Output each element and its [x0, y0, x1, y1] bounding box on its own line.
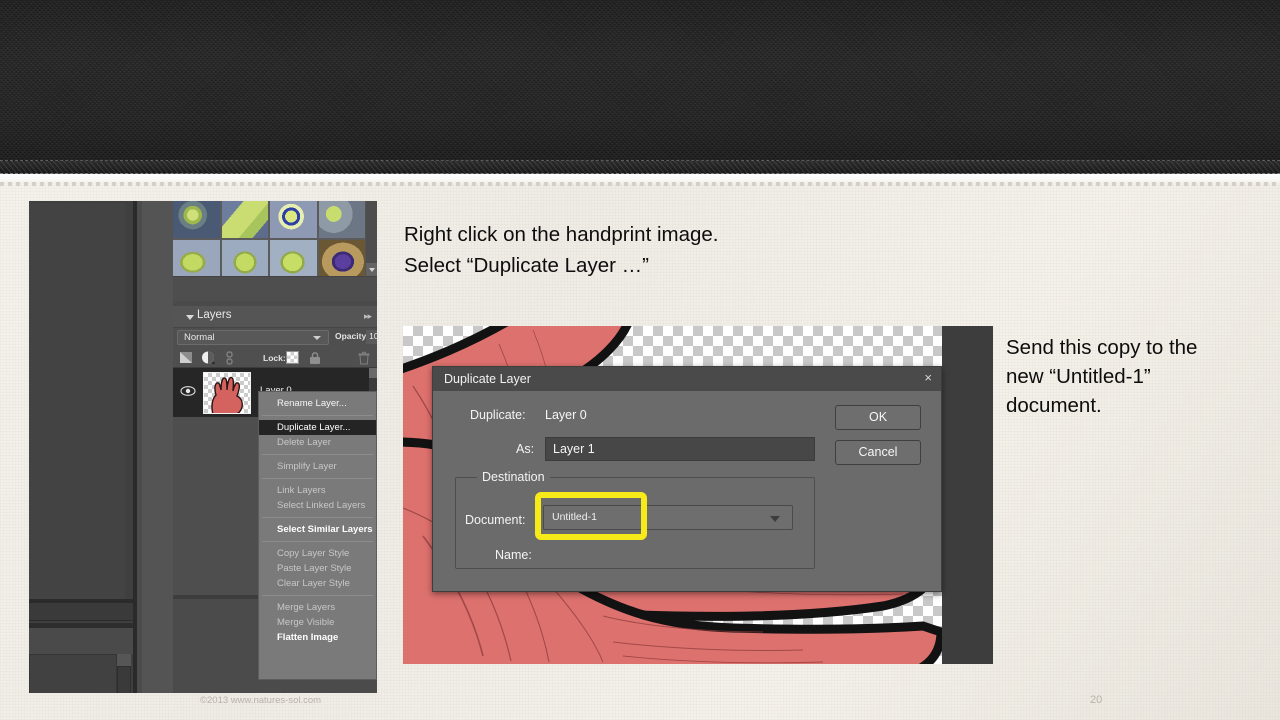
handprint-thumbnail-icon	[211, 376, 243, 413]
duplicate-label: Duplicate:	[470, 408, 526, 422]
layer-context-menu[interactable]: Rename Layer... Duplicate Layer... Delet…	[258, 391, 377, 680]
editor-left-empty-panel	[29, 203, 125, 599]
filter-thumb-7[interactable]	[318, 239, 365, 276]
filter-thumbnail-grid[interactable]	[173, 201, 365, 276]
chevron-down-icon	[313, 336, 321, 340]
filter-thumb-0[interactable]	[173, 201, 220, 238]
editor-left-lower-box	[29, 654, 117, 693]
menu-item-select-linked-layers: Select Linked Layers	[277, 500, 366, 511]
lock-icon[interactable]	[308, 351, 322, 365]
menu-item-select-similar-layers[interactable]: Select Similar Layers	[259, 522, 376, 537]
banner-stitch-dashes	[0, 182, 1280, 186]
menu-item-rename-layer[interactable]: Rename Layer...	[259, 396, 376, 411]
layer-thumbnail[interactable]	[203, 372, 251, 414]
menu-item-clear-layer-style: Clear Layer Style	[277, 578, 350, 589]
chevron-down-icon	[770, 516, 780, 522]
footer-credit: ©2013 www.natures-sol.com	[200, 695, 322, 706]
duplicate-layer-dialog: Duplicate Layer × Duplicate: Layer 0 As:…	[432, 366, 942, 592]
highlight-annotation-ring	[535, 492, 647, 540]
chevron-down-icon	[369, 268, 375, 272]
as-label: As:	[516, 442, 535, 456]
menu-item-merge-layers: Merge Layers	[277, 602, 336, 613]
chevron-down-icon[interactable]	[186, 315, 194, 320]
lock-label: Lock:	[263, 353, 286, 363]
menu-item-flatten-image[interactable]: Flatten Image	[259, 630, 376, 645]
instruction-line-2: Select “Duplicate Layer …”	[404, 254, 649, 277]
name-label: Name:	[495, 548, 532, 562]
menu-item-simplify-layer: Simplify Layer	[277, 461, 337, 472]
instruction-line-3: document.	[1006, 394, 1102, 417]
menu-item-link-layers: Link Layers	[277, 485, 326, 496]
opacity-label: Opacity:	[335, 331, 370, 341]
editor-left-band	[29, 628, 133, 654]
cancel-button[interactable]: Cancel	[835, 440, 921, 465]
editor-left-row	[29, 603, 133, 621]
dialog-title: Duplicate Layer	[444, 372, 531, 386]
new-layer-icon[interactable]	[179, 351, 193, 364]
document-label: Document:	[465, 513, 526, 527]
slide-header-banner	[0, 0, 1280, 160]
close-icon[interactable]: ×	[924, 370, 932, 385]
lock-transparency-checkbox[interactable]	[286, 351, 299, 364]
scrollbar-up-arrow-icon[interactable]	[117, 654, 131, 666]
menu-separator	[262, 541, 373, 542]
as-name-input[interactable]: Layer 1	[545, 437, 815, 461]
menu-item-paste-layer-style: Paste Layer Style	[277, 563, 352, 574]
filter-thumb-6[interactable]	[270, 239, 317, 276]
trash-icon[interactable]	[358, 351, 370, 365]
filter-thumb-3[interactable]	[318, 201, 365, 238]
filter-thumb-5[interactable]	[221, 239, 268, 276]
menu-separator	[262, 454, 373, 455]
canvas-right-dark-area	[942, 326, 993, 664]
filter-thumb-1[interactable]	[221, 201, 268, 238]
dialog-title-bar[interactable]: Duplicate Layer ×	[433, 367, 941, 391]
menu-separator	[262, 478, 373, 479]
link-chain-icon	[226, 351, 233, 365]
layers-lock-row: Lock:	[173, 347, 377, 368]
menu-separator	[262, 595, 373, 596]
blend-mode-select[interactable]: Normal	[177, 330, 329, 345]
layers-blend-row: Normal Opacity: 100%	[173, 328, 377, 347]
adjustment-layer-icon[interactable]	[200, 351, 216, 365]
menu-item-delete-layer: Delete Layer	[277, 437, 331, 448]
menu-separator	[262, 415, 373, 416]
instruction-line-2: new “Untitled-1”	[1006, 365, 1151, 388]
panel-more-options-icon[interactable]: ▸▸	[364, 311, 372, 322]
instruction-line-1: Send this copy to the	[1006, 336, 1198, 359]
menu-item-merge-visible: Merge Visible	[277, 617, 335, 628]
scrollbar-thumb[interactable]	[118, 667, 130, 693]
dialog-body: Duplicate: Layer 0 As: Layer 1 OK Cancel…	[433, 391, 941, 591]
eye-visibility-icon[interactable]	[180, 385, 196, 397]
filter-thumb-4[interactable]	[173, 239, 220, 276]
scrollbar-up-arrow-icon[interactable]	[369, 368, 377, 378]
filter-apply-row: Apply	[173, 276, 377, 372]
duplicate-source-value: Layer 0	[545, 408, 587, 422]
layers-panel-title: Layers	[197, 309, 232, 321]
menu-item-copy-layer-style: Copy Layer Style	[277, 548, 350, 559]
menu-separator	[262, 517, 373, 518]
page-number: 20	[1090, 694, 1103, 706]
ok-button[interactable]: OK	[835, 405, 921, 430]
opacity-input[interactable]: 100%	[366, 330, 377, 344]
instruction-line-1: Right click on the handprint image.	[404, 223, 719, 246]
filter-thumb-2[interactable]	[270, 201, 317, 238]
instruction-text-right: Send this copy to the new “Untitled-1” d…	[1006, 333, 1268, 420]
instruction-text-top: Right click on the handprint image. Sele…	[404, 219, 824, 281]
menu-item-duplicate-layer[interactable]: Duplicate Layer...	[259, 420, 376, 435]
destination-legend: Destination	[477, 470, 550, 484]
banner-hem-stitching	[0, 160, 1280, 174]
layers-panel-header[interactable]: Layers ▸▸	[173, 306, 377, 328]
